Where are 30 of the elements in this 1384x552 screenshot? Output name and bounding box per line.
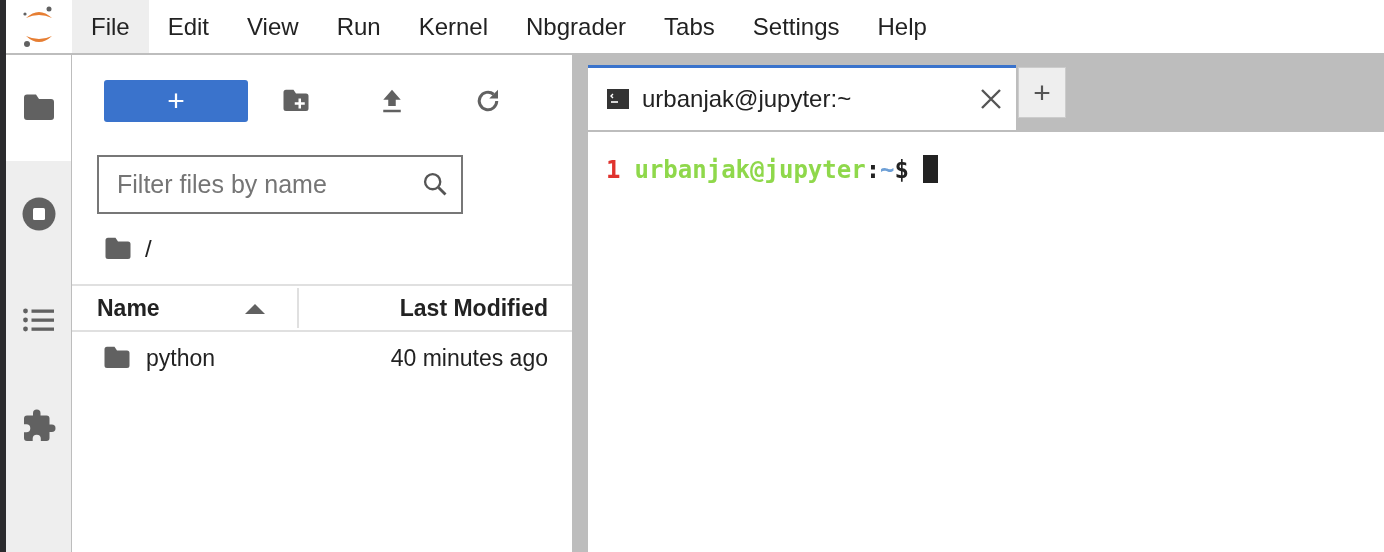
prompt-symbol: : <box>865 156 881 184</box>
close-icon[interactable] <box>980 88 1002 110</box>
prompt-path: ~ <box>880 156 895 184</box>
line-number: 1 <box>606 156 621 184</box>
prompt-symbol: $ <box>894 156 909 184</box>
menu-item[interactable]: Settings <box>733 0 859 53</box>
filter-field[interactable]: Filter files by name <box>97 155 463 214</box>
file-name: python <box>146 343 216 373</box>
tab-title: urbanjak@jupyter:~ <box>642 84 853 114</box>
activity-tab[interactable] <box>6 55 71 161</box>
search-icon <box>421 170 449 198</box>
column-header[interactable]: Name <box>72 288 299 328</box>
menu-item[interactable]: Run <box>317 0 400 53</box>
menu-item[interactable]: Kernel <box>399 0 508 53</box>
new-tab-button[interactable]: + <box>1018 67 1066 118</box>
file-row[interactable]: python 40 minutes ago <box>72 332 572 384</box>
menu-item[interactable]: Help <box>858 0 946 53</box>
menu-item[interactable]: File <box>72 0 149 53</box>
prompt-user-host: urbanjak@jupyter <box>634 156 866 184</box>
breadcrumb-link[interactable]: / <box>145 231 152 267</box>
modified-time: 40 minutes ago <box>390 343 548 373</box>
menu-item[interactable]: Edit <box>148 0 229 53</box>
column-header[interactable]: Last Modified <box>299 286 572 330</box>
menu-item[interactable]: View <box>228 0 318 53</box>
menu-item[interactable]: Tabs <box>645 0 734 53</box>
menu-item[interactable]: Nbgrader <box>507 0 646 53</box>
terminal-icon <box>606 87 630 111</box>
new-launcher-button[interactable]: + <box>104 80 248 122</box>
stop-icon <box>20 196 57 232</box>
document-tab[interactable]: urbanjak@jupyter:~ <box>588 65 1016 130</box>
